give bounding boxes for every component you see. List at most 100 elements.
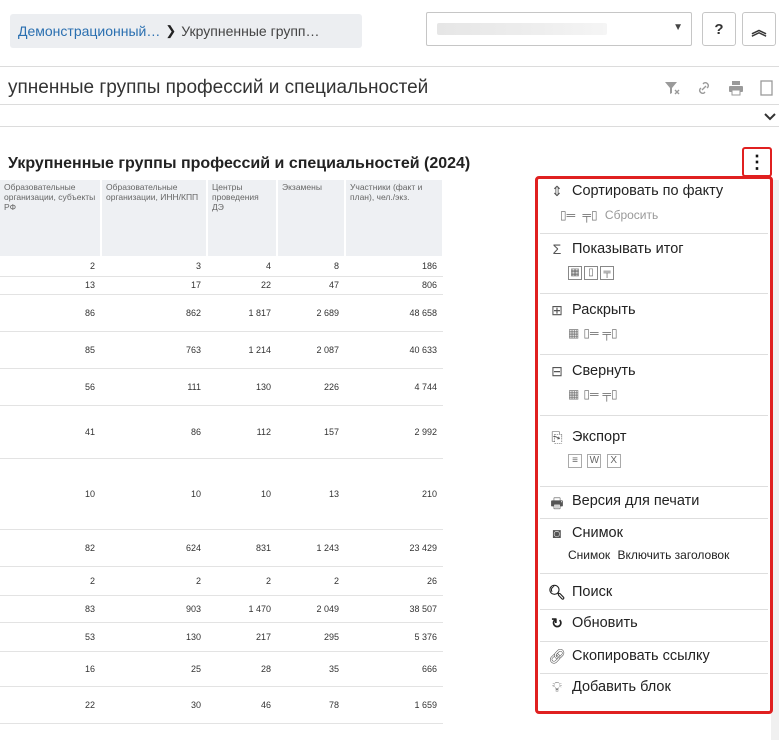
sort-rows-icon[interactable]: ▯═ (560, 208, 575, 222)
table-cell: 111 (101, 368, 207, 406)
expand-rows-icon[interactable]: ▯═ (583, 326, 598, 340)
data-table: Образовательные организации, субъекты РФ… (0, 180, 444, 724)
totals-all-icon[interactable]: ▦ (568, 265, 582, 280)
table-cell: 1 243 (277, 529, 345, 567)
document-icon[interactable] (760, 80, 774, 100)
breadcrumb-parent-link[interactable]: Демонстрационный… (18, 23, 160, 39)
select-value-blurred (437, 23, 607, 35)
filter-clear-icon[interactable] (664, 80, 680, 100)
table-cell: 2 049 (277, 595, 345, 623)
divider (0, 104, 779, 105)
filter-select[interactable]: ▼ (426, 12, 692, 46)
table-cell: 2 (207, 566, 277, 596)
collapse-columns-icon[interactable]: ╤▯ (602, 387, 617, 401)
table-cell: 17 (101, 276, 207, 295)
table-cell: 10 (101, 458, 207, 530)
table-cell: 85 (0, 331, 101, 369)
menu-item-label: Экспорт (572, 429, 627, 445)
table-cell: 831 (207, 529, 277, 567)
menu-item-print[interactable]: 🖶 Версия для печати (538, 489, 770, 517)
export-csv-icon[interactable]: ≡ (568, 453, 582, 468)
menu-item-add-block[interactable]: 💡︎ Добавить блок (538, 677, 770, 703)
print-icon[interactable] (728, 80, 744, 100)
camera-icon: ◙ (552, 525, 562, 541)
menu-item-label: Показывать итог (572, 241, 684, 257)
table-cell: 47 (277, 276, 345, 295)
block-menu-button[interactable]: ⋮ (742, 147, 772, 177)
collapse-rows-icon[interactable]: ▯═ (583, 387, 598, 401)
include-title-link[interactable]: Включить заголовок (618, 548, 730, 562)
menu-item-totals[interactable]: Σ Показывать итог ▦ ▯ ╤ (538, 237, 770, 289)
totals-rows-icon[interactable]: ▯ (584, 265, 598, 280)
table-cell: 130 (101, 622, 207, 652)
menu-item-search[interactable]: 🔍︎ Поиск (538, 582, 770, 608)
double-chevron-up-icon: ︽ (751, 21, 767, 39)
table-cell: 16 (0, 651, 101, 687)
collapse-header-button[interactable]: ︽ (742, 12, 776, 46)
table-cell: 2 (0, 256, 101, 277)
menu-item-expand[interactable]: ⊞ Раскрыть ▦ ▯═ ╤▯ (538, 298, 770, 350)
caret-down-icon: ▼ (673, 22, 683, 33)
table-cell: 157 (277, 405, 345, 459)
table-cell: 130 (207, 368, 277, 406)
top-bar: Демонстрационный… ❯ Укрупненные групп… ▼… (0, 0, 779, 66)
divider (0, 126, 779, 127)
column-header[interactable]: Образовательные организации, ИНН/КПП (101, 180, 208, 256)
table-cell: 112 (207, 405, 277, 459)
column-header[interactable]: Центры проведения ДЭ (207, 180, 278, 256)
table-cell: 2 992 (345, 405, 443, 459)
table-cell: 8 (277, 256, 345, 277)
table-cell: 3 (101, 256, 207, 277)
totals-columns-icon[interactable]: ╤ (600, 265, 614, 280)
chevron-down-icon[interactable] (764, 110, 776, 124)
table-cell: 226 (277, 368, 345, 406)
table-cell: 25 (101, 651, 207, 687)
menu-item-copy-link[interactable]: 🔗︎ Скопировать ссылку (538, 646, 770, 672)
column-header[interactable]: Экзамены (277, 180, 346, 256)
table-cell: 5 376 (345, 622, 443, 652)
menu-item-label: Свернуть (572, 363, 636, 379)
table-cell: 82 (0, 529, 101, 567)
menu-item-label: Раскрыть (572, 302, 636, 318)
sort-columns-icon[interactable]: ╤▯ (582, 208, 597, 222)
table-cell: 86 (101, 405, 207, 459)
menu-item-sort[interactable]: ⇕ Сортировать по факту ▯═ ╤▯ Сбросить (538, 181, 770, 233)
menu-item-snapshot[interactable]: ◙ Снимок Снимок Включить заголовок (538, 522, 770, 570)
sort-sub-actions: ▯═ ╤▯ Сбросить (560, 208, 658, 222)
block-title: Укрупненные группы профессий и специальн… (8, 155, 471, 172)
menu-item-refresh[interactable]: ↻ Обновить (538, 613, 770, 639)
menu-item-export[interactable]: ⎘ Экспорт ≡ W X (538, 425, 770, 477)
menu-divider (540, 609, 768, 610)
table-cell: 83 (0, 595, 101, 623)
table-cell: 624 (101, 529, 207, 567)
collapse-all-icon[interactable]: ▦ (568, 387, 579, 401)
link-icon[interactable] (696, 80, 712, 100)
export-excel-icon[interactable]: X (606, 453, 621, 468)
menu-divider (540, 573, 768, 574)
expand-columns-icon[interactable]: ╤▯ (602, 326, 617, 340)
breadcrumb-current: Укрупненные групп… (181, 23, 320, 39)
table-cell: 295 (277, 622, 345, 652)
column-header[interactable]: Образовательные организации, субъекты РФ (0, 180, 102, 256)
menu-divider (540, 293, 768, 294)
menu-item-collapse[interactable]: ⊟ Свернуть ▦ ▯═ ╤▯ (538, 359, 770, 411)
column-header[interactable]: Участники (факт и план), чел./экз. (345, 180, 444, 256)
table-row: 53 130 217 295 5 376 (0, 622, 443, 652)
table-cell: 40 633 (345, 331, 443, 369)
search-icon: 🔍︎ (548, 584, 566, 600)
menu-item-label: Версия для печати (572, 493, 700, 509)
table-cell: 4 (207, 256, 277, 277)
table-cell: 1 817 (207, 294, 277, 332)
help-button[interactable]: ? (702, 12, 736, 46)
table-cell: 210 (345, 458, 443, 530)
totals-sub-actions: ▦ ▯ ╤ (568, 265, 616, 280)
link-icon: 🔗︎ (548, 648, 566, 664)
lightbulb-icon: 💡︎ (552, 679, 562, 695)
expand-all-icon[interactable]: ▦ (568, 326, 579, 340)
export-word-icon[interactable]: W (587, 453, 602, 468)
reset-sort-link[interactable]: Сбросить (605, 208, 658, 222)
table-row: 86 862 1 817 2 689 48 658 (0, 294, 443, 332)
snapshot-link[interactable]: Снимок (568, 548, 610, 562)
menu-item-label: Добавить блок (572, 679, 671, 695)
table-cell: 78 (277, 686, 345, 724)
